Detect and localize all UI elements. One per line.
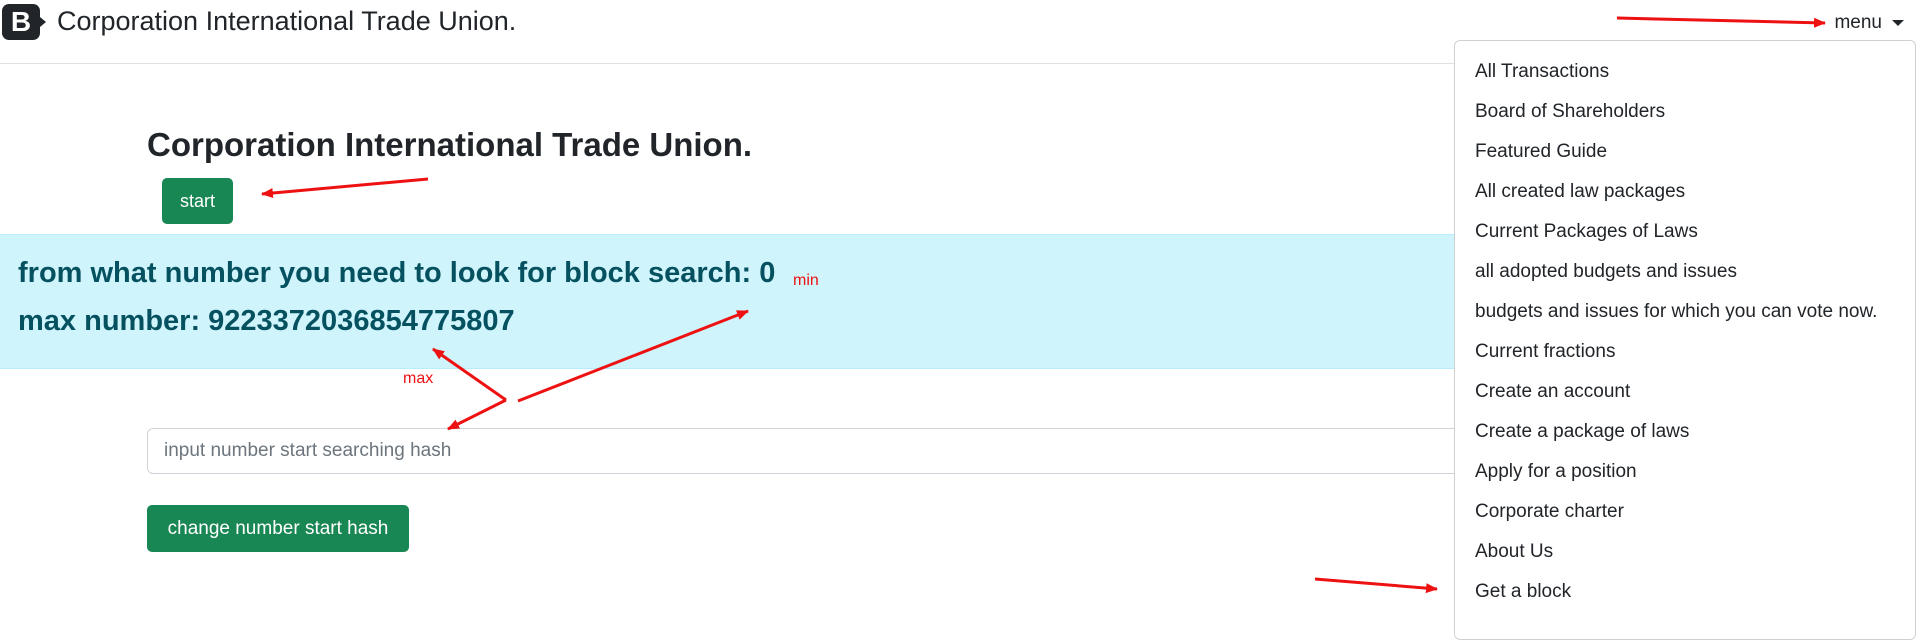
menu-item-all-transactions[interactable]: All Transactions <box>1475 61 1609 83</box>
menu-dropdown-toggle[interactable]: menu <box>1834 12 1904 34</box>
menu-label: menu <box>1834 12 1882 33</box>
menu-dropdown: All Transactions Board of Shareholders F… <box>1454 40 1916 640</box>
menu-item-current-fractions[interactable]: Current fractions <box>1475 341 1615 363</box>
max-number-text: max number: 9223372036854775807 <box>18 305 515 337</box>
menu-item-adopted-budgets[interactable]: all adopted budgets and issues <box>1475 261 1737 283</box>
arrow-to-start <box>261 177 429 198</box>
min-number-text: from what number you need to look for bl… <box>18 257 776 289</box>
annotation-min-label: min <box>793 272 819 289</box>
menu-item-budgets-vote-now[interactable]: budgets and issues for which you can vot… <box>1475 301 1877 323</box>
annotation-max-label: max <box>403 370 434 387</box>
menu-item-get-a-block[interactable]: Get a block <box>1475 581 1571 603</box>
arrow-to-input <box>447 398 507 431</box>
caret-down-icon <box>1892 19 1904 26</box>
menu-item-featured-guide[interactable]: Featured Guide <box>1475 141 1607 163</box>
menu-item-corporate-charter[interactable]: Corporate charter <box>1475 501 1624 523</box>
menu-item-create-law-package[interactable]: Create a package of laws <box>1475 421 1689 443</box>
menu-item-all-created-law-packages[interactable]: All created law packages <box>1475 181 1685 203</box>
bootstrap-logo-icon[interactable]: B <box>2 4 46 40</box>
navbar-brand[interactable]: Corporation International Trade Union. <box>57 6 516 37</box>
search-start-number-input[interactable] <box>147 428 1547 474</box>
menu-item-about-us[interactable]: About Us <box>1475 541 1553 563</box>
menu-item-create-account[interactable]: Create an account <box>1475 381 1630 403</box>
page-title: Corporation International Trade Union. <box>147 126 753 163</box>
start-button[interactable]: start <box>162 178 233 224</box>
change-number-start-hash-button[interactable]: change number start hash <box>147 505 409 552</box>
info-alert: from what number you need to look for bl… <box>0 234 1500 369</box>
menu-item-apply-for-position[interactable]: Apply for a position <box>1475 461 1637 483</box>
menu-item-board-of-shareholders[interactable]: Board of Shareholders <box>1475 101 1665 123</box>
menu-item-current-packages-of-laws[interactable]: Current Packages of Laws <box>1475 221 1698 243</box>
arrow-to-get-a-block <box>1314 577 1438 594</box>
